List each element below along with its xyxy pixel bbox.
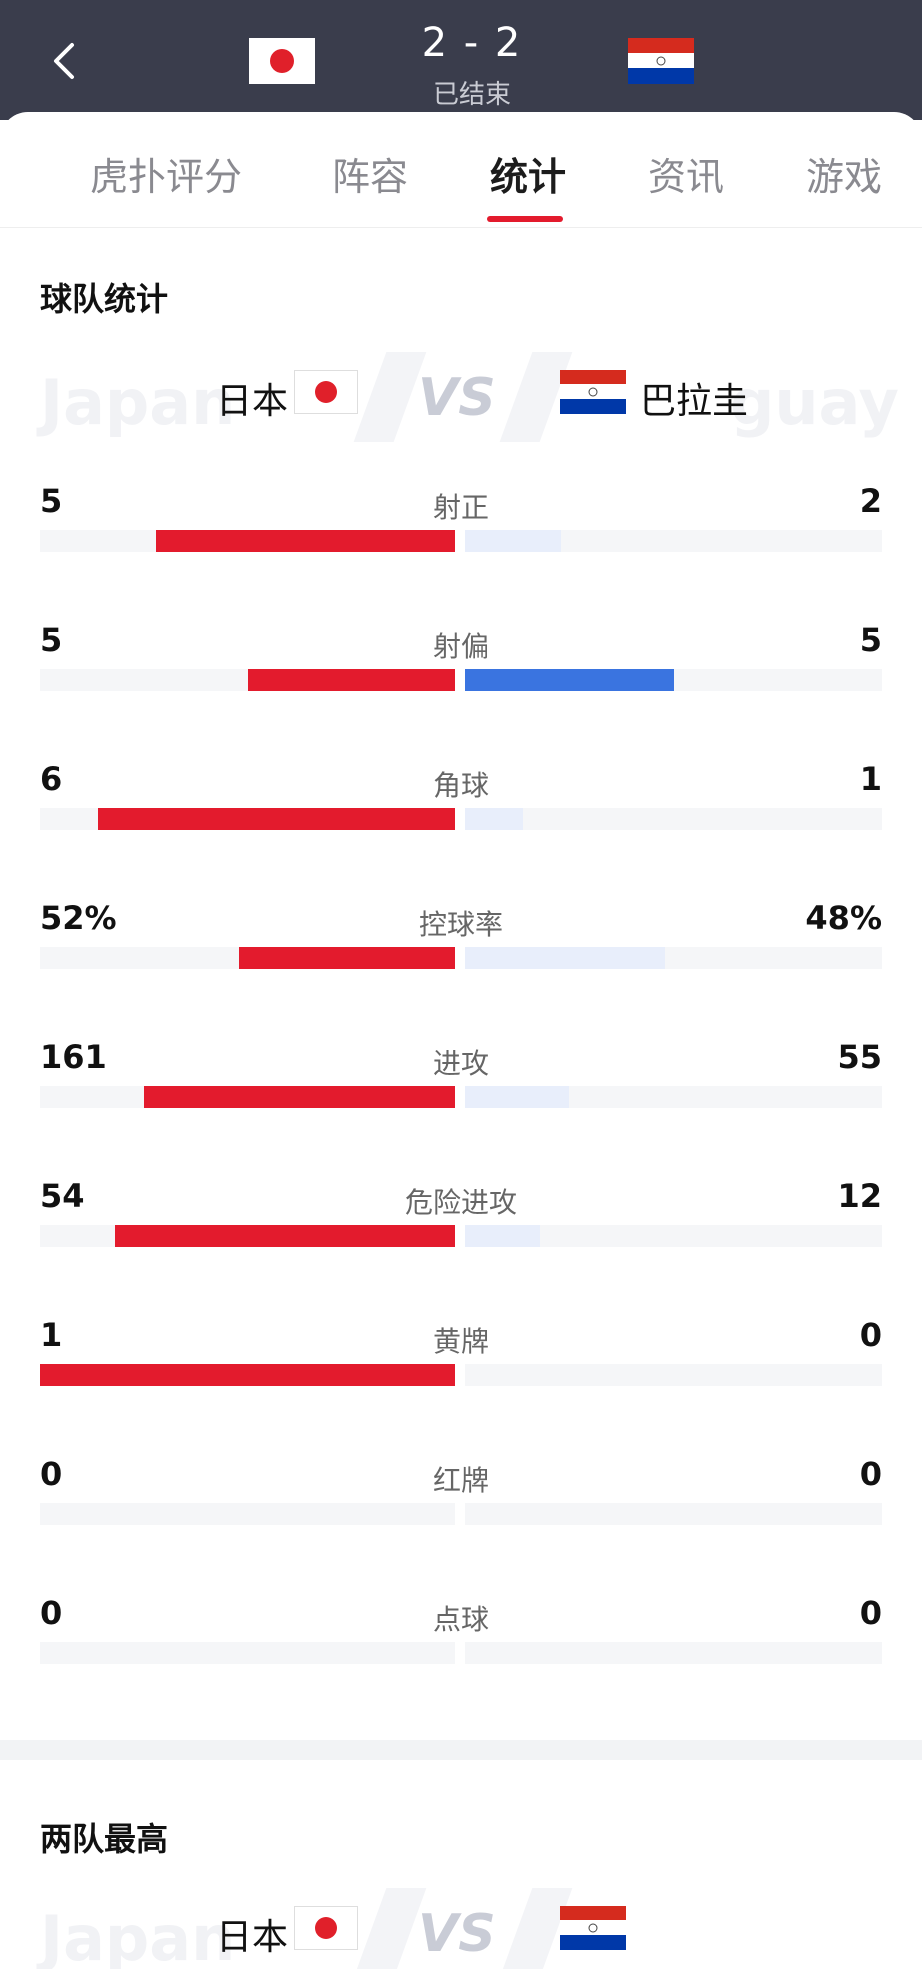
stat-label: 进攻 <box>432 1047 489 1080</box>
away-stat-bar-track <box>465 808 882 830</box>
paraguay-flag-icon <box>628 38 694 84</box>
section-divider <box>0 1740 922 1760</box>
stat-row: 1 黄牌 0 <box>40 1316 882 1455</box>
stat-row: 52% 控球率 48% <box>40 899 882 1038</box>
away-stat-value: 0 <box>859 1316 882 1354</box>
home-stat-bar-track <box>40 1364 455 1386</box>
home-stat-bar-track <box>40 669 455 691</box>
home-stat-bar-track <box>40 808 455 830</box>
match-score: 2 - 2 <box>421 20 523 66</box>
japan-flag-icon <box>294 370 358 414</box>
top-players-versus-row: Japan 日本 VS <box>40 1888 882 1969</box>
home-stat-bar-track <box>40 1225 455 1247</box>
home-team-name: 日本 <box>216 1917 289 1958</box>
stat-label: 射偏 <box>432 630 489 663</box>
away-stat-value: 12 <box>837 1177 882 1215</box>
away-stat-bar-fill <box>465 1086 570 1108</box>
vs-label: VS <box>418 368 496 428</box>
away-stat-value: 1 <box>859 760 882 798</box>
tab-lineup[interactable]: 阵容 <box>332 146 408 201</box>
match-status: 已结束 <box>432 80 511 110</box>
paraguay-flag-icon <box>560 370 626 414</box>
home-stat-bar-fill <box>156 530 455 552</box>
top-players-title: 两队最高 <box>40 1820 169 1858</box>
away-stat-bar-fill <box>465 947 666 969</box>
away-stat-value: 2 <box>859 482 882 520</box>
home-stat-bar-track <box>40 1642 455 1664</box>
stat-label: 角球 <box>432 769 489 802</box>
away-stat-bar-track <box>465 947 882 969</box>
home-stat-bar-fill <box>239 947 455 969</box>
stat-label: 危险进攻 <box>404 1186 517 1219</box>
away-stat-bar-track <box>465 669 882 691</box>
home-team-name: 日本 <box>216 381 289 422</box>
stat-row: 0 点球 0 <box>40 1594 882 1733</box>
team-stats-title: 球队统计 <box>40 280 169 318</box>
stat-label: 红牌 <box>432 1464 489 1497</box>
away-stat-bar-track <box>465 1086 882 1108</box>
away-stat-value: 0 <box>859 1594 882 1632</box>
away-stat-bar-fill <box>465 669 674 691</box>
stat-row: 0 红牌 0 <box>40 1455 882 1594</box>
stat-row: 5 射正 2 <box>40 482 882 621</box>
home-stat-bar-fill <box>98 808 455 830</box>
stat-row: 5 射偏 5 <box>40 621 882 760</box>
away-stat-bar-fill <box>465 808 524 830</box>
stat-label: 控球率 <box>418 908 503 941</box>
home-stat-bar-track <box>40 947 455 969</box>
stat-label: 点球 <box>432 1603 489 1636</box>
away-stat-bar-fill <box>465 1225 541 1247</box>
home-stat-bar-fill <box>247 669 455 691</box>
tab-bar: 虎扑评分 阵容 统计 资讯 游戏 <box>0 112 922 228</box>
stat-label: 黄牌 <box>432 1325 489 1358</box>
active-tab-indicator <box>487 216 563 222</box>
decor-slash <box>353 352 427 442</box>
tab-stats[interactable]: 统计 <box>490 146 566 201</box>
match-header: 2 - 2 已结束 <box>0 0 922 120</box>
stat-row: 161 进攻 55 <box>40 1038 882 1177</box>
home-stat-bar-fill <box>143 1086 455 1108</box>
away-stat-value: 48% <box>805 899 882 937</box>
away-stat-value: 0 <box>859 1455 882 1493</box>
vs-label: VS <box>418 1904 496 1964</box>
japan-flag-icon <box>249 38 315 84</box>
home-stat-bar-fill <box>40 1364 455 1386</box>
decor-slash <box>353 1888 427 1969</box>
tab-games[interactable]: 游戏 <box>806 146 882 201</box>
back-button[interactable] <box>44 36 84 86</box>
home-ghost-text: Japan <box>40 366 236 439</box>
chevron-left-icon <box>54 43 74 79</box>
away-stat-bar-track <box>465 1503 882 1525</box>
away-stat-value: 55 <box>837 1038 882 1076</box>
tab-news[interactable]: 资讯 <box>648 146 724 201</box>
home-stat-bar-track <box>40 530 455 552</box>
away-ghost-text: guay <box>730 366 899 439</box>
home-stat-bar-fill <box>114 1225 455 1247</box>
home-stat-bar-track <box>40 1503 455 1525</box>
away-stat-value: 5 <box>859 621 882 659</box>
stat-row: 6 角球 1 <box>40 760 882 899</box>
home-stat-bar-track <box>40 1086 455 1108</box>
stat-row: 54 危险进攻 12 <box>40 1177 882 1316</box>
japan-flag-icon <box>294 1906 358 1950</box>
away-stat-bar-track <box>465 1642 882 1664</box>
team-versus-row: Japan guay 日本 VS 巴拉圭 <box>40 352 899 442</box>
away-stat-bar-track <box>465 1225 882 1247</box>
tab-ratings[interactable]: 虎扑评分 <box>90 146 242 201</box>
away-team-name: 巴拉圭 <box>640 381 749 422</box>
away-stat-bar-track <box>465 1364 882 1386</box>
home-ghost-text: Japan <box>40 1902 236 1969</box>
stat-label: 射正 <box>432 491 489 524</box>
away-stat-bar-fill <box>465 530 561 552</box>
away-stat-bar-track <box>465 530 882 552</box>
paraguay-flag-icon <box>560 1906 626 1950</box>
